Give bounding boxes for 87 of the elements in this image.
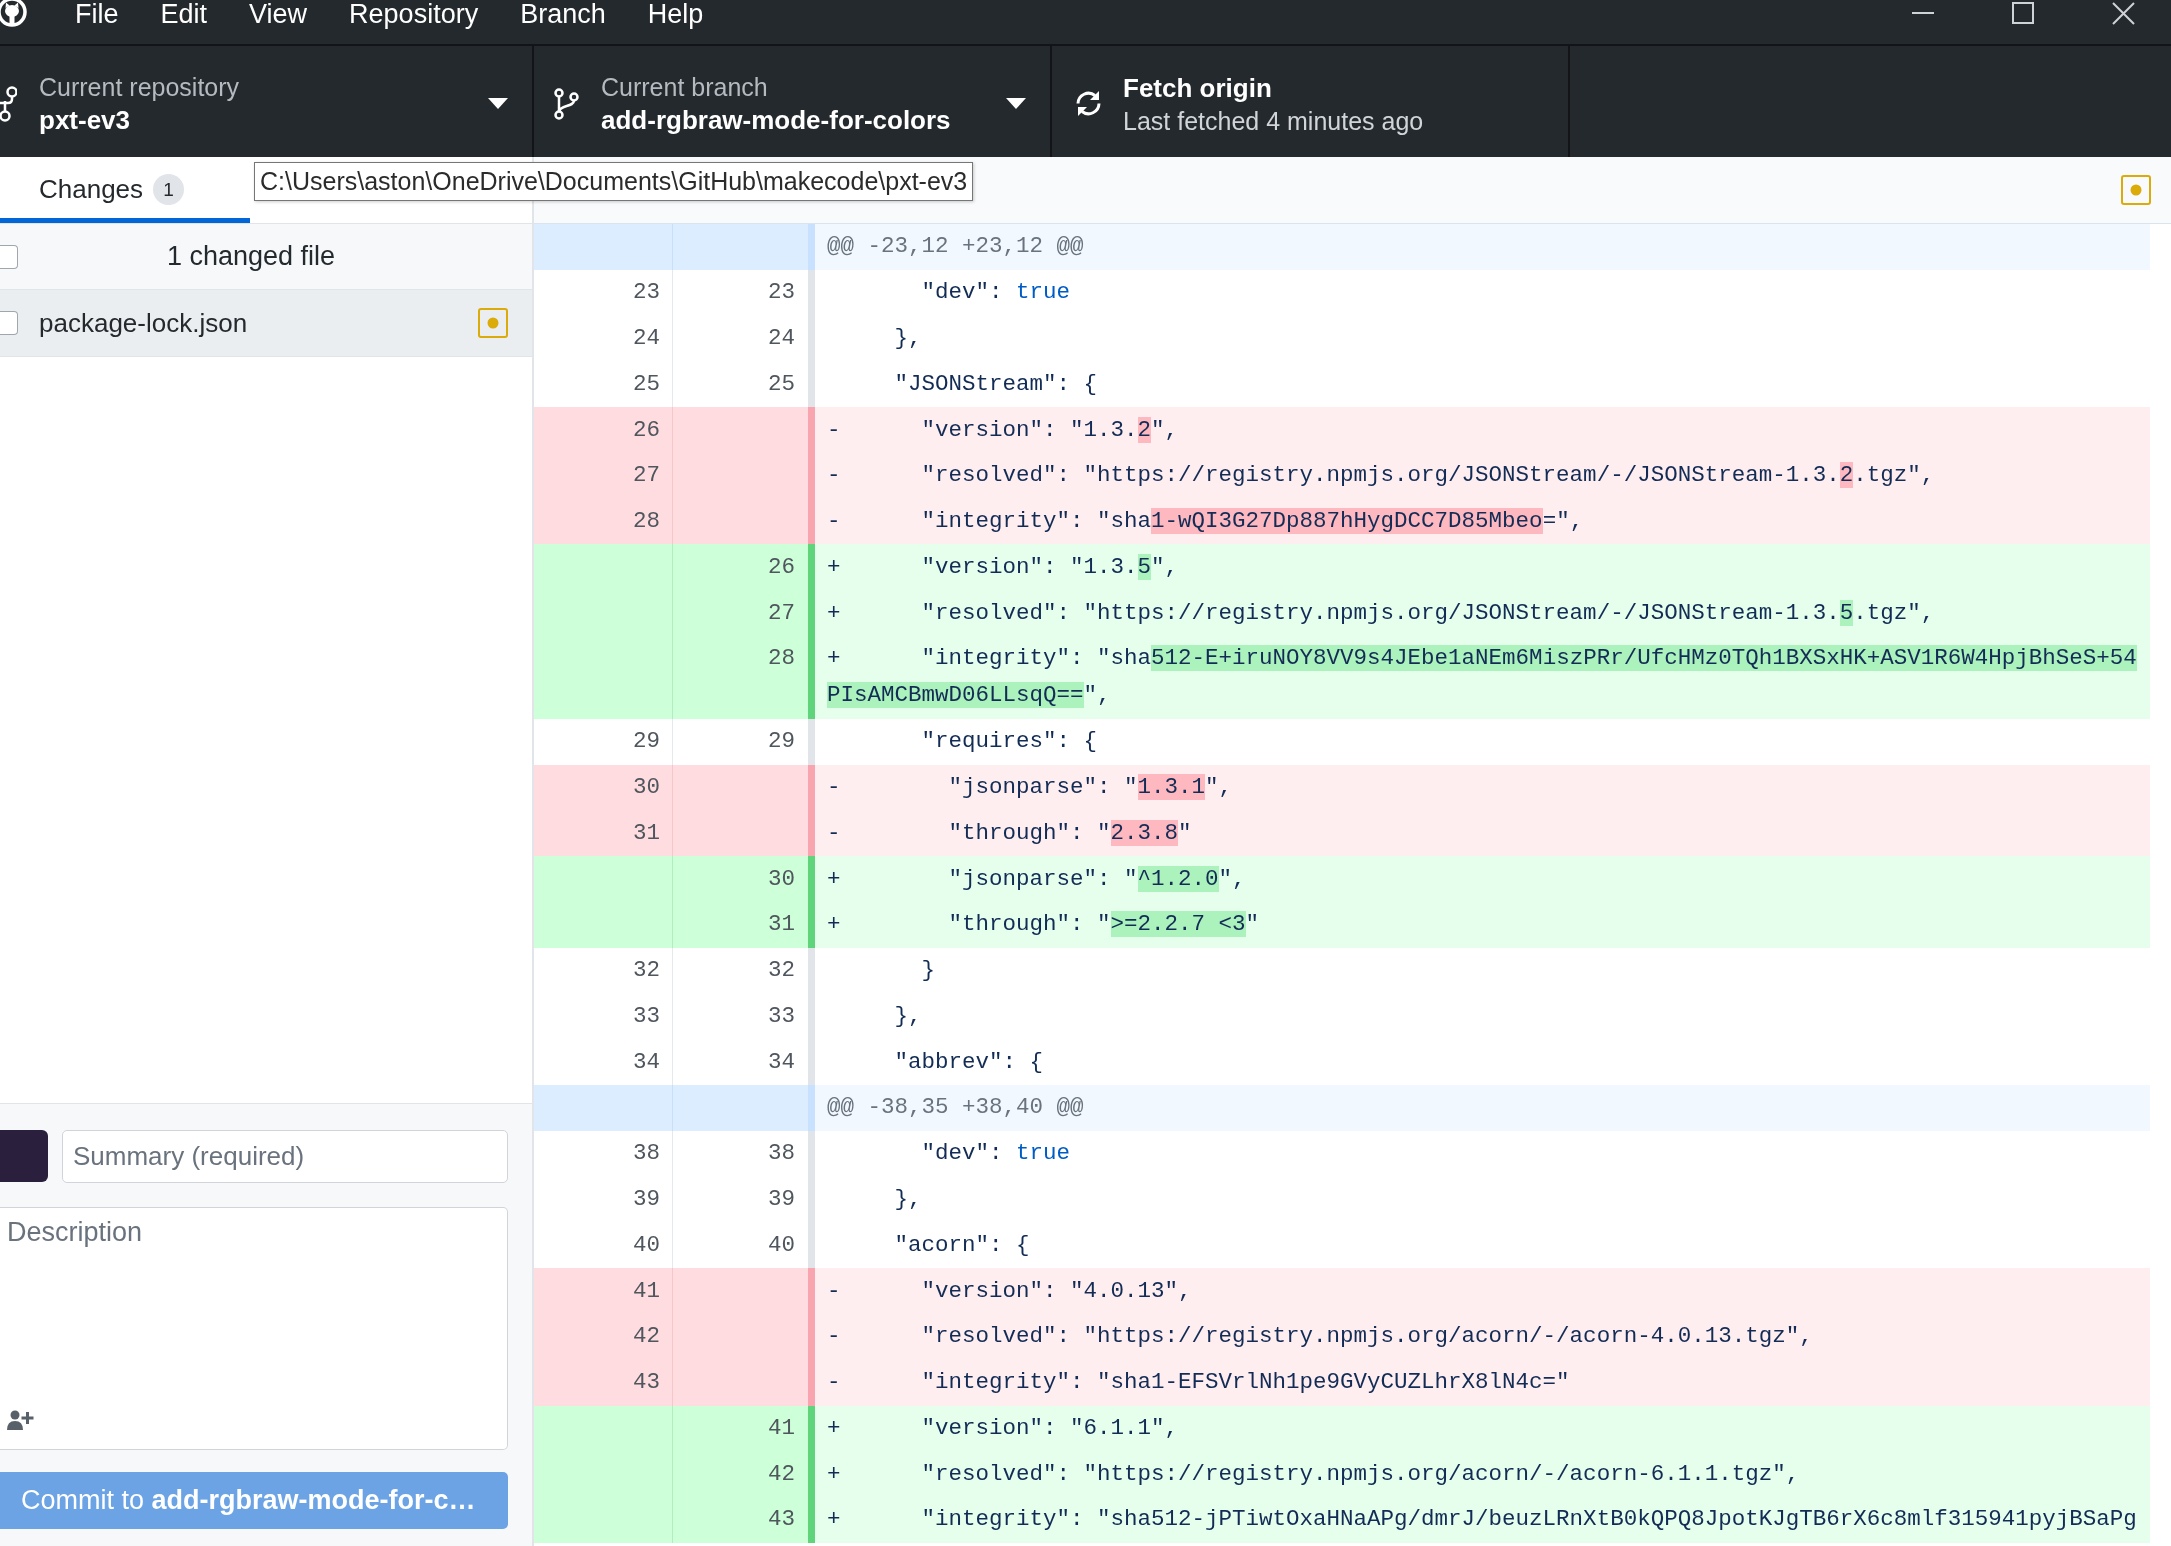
line-number: 27	[768, 599, 795, 626]
line-number: 26	[633, 416, 660, 443]
caret-icon	[1006, 98, 1026, 109]
line-number: 34	[633, 1048, 660, 1075]
code-line: + "version": "6.1.1",	[827, 1413, 1179, 1443]
menu-item[interactable]: View	[228, 0, 329, 28]
code-line: + "resolved": "https://registry.npmjs.org/acorn/-/acorn-6.1.1.tgz",	[827, 1459, 1800, 1489]
checkbox[interactable]	[0, 311, 18, 335]
line-number: 41	[633, 1277, 660, 1304]
line-number: 27	[633, 462, 660, 489]
code-line: "JSONStream": {	[893, 369, 1098, 399]
line-number: 24	[768, 324, 795, 351]
code-line: + "integrity": "sha512-jPTiwtOxaHNaAPg/dmrJ/beuzLRnXtB0kQPQ8JpotKJgTB6rX6c8mlf315941pyjBSaPg	[827, 1505, 2137, 1535]
code-line: "dev": true	[920, 278, 1071, 308]
close-icon[interactable]	[2112, 2, 2135, 25]
line-number: 31	[633, 819, 660, 846]
line-number: 40	[768, 1231, 795, 1258]
code-line: "dev": true	[920, 1139, 1071, 1169]
line-number: 28	[633, 508, 660, 535]
line-number: 29	[633, 728, 660, 755]
count-badge: 1	[153, 174, 185, 205]
line-number: 30	[633, 774, 660, 800]
cat-logo-icon[interactable]	[0, 0, 30, 28]
hunk-header-text: @@ -23,12 +23,12 @@	[827, 232, 1084, 262]
code-line: - "integrity": "sha1-EFSVrlNh1pe9GVyCUZLhrX8lN4c="	[827, 1368, 1570, 1398]
add-person-icon[interactable]	[7, 1410, 35, 1430]
menu-item[interactable]: Edit	[139, 0, 229, 28]
code-line: }	[920, 956, 936, 986]
code-line: },	[893, 1185, 922, 1214]
line-number: 34	[768, 1048, 795, 1075]
code-line: "abbrev": {	[893, 1047, 1044, 1077]
line-number: 30	[768, 865, 795, 892]
sync-icon	[1074, 89, 1103, 118]
line-number: 32	[633, 957, 660, 984]
code-line: "requires": {	[920, 727, 1098, 757]
line-number: 42	[768, 1460, 795, 1487]
line-number: 32	[768, 957, 795, 984]
line-number: 38	[633, 1140, 660, 1167]
menu-item[interactable]: Repository	[328, 0, 500, 28]
code-line: },	[893, 1001, 922, 1031]
line-number: 33	[633, 1002, 660, 1029]
line-number: 40	[633, 1231, 660, 1258]
code-line: },	[893, 323, 922, 353]
line-number: 25	[633, 370, 660, 397]
caret-icon	[488, 98, 508, 109]
code-line: + "through": ">=2.2.7 <3"	[827, 910, 1260, 940]
changed-files-count: 1 changed file	[166, 241, 336, 271]
line-number: 29	[768, 728, 795, 755]
line-number: 43	[633, 1369, 660, 1396]
code-line: - "through": "2.3.8"	[827, 818, 1192, 848]
code-line: - "version": "1.3.2",	[827, 415, 1179, 445]
checkbox[interactable]	[0, 244, 18, 269]
code-line: + "resolved": "https://registry.npmjs.org/JSONStream/-/JSONStream-1.3.5.tgz",	[827, 598, 1935, 628]
avatar-placeholder	[0, 1130, 48, 1182]
summary-field[interactable]: Summary (required)	[62, 1130, 508, 1183]
line-number: 42	[633, 1323, 660, 1350]
code-line: "acorn": {	[893, 1230, 1030, 1260]
line-number: 24	[633, 324, 660, 351]
code-line: - "resolved": "https://registry.npmjs.org/acorn/-/acorn-4.0.13.tgz",	[827, 1322, 1813, 1352]
code-line: - "version": "4.0.13",	[827, 1276, 1192, 1306]
line-number: 23	[768, 279, 795, 306]
line-number: 31	[768, 911, 795, 938]
line-number: 23	[633, 279, 660, 306]
line-number: 38	[768, 1140, 795, 1167]
path-tooltip: C:\Users\aston\OneDrive\Documents\GitHub\makecode\pxt-ev3	[254, 162, 974, 201]
line-number: 43	[768, 1506, 795, 1533]
line-number: 41	[768, 1414, 795, 1441]
line-number: 39	[768, 1186, 795, 1212]
line-number: 26	[768, 553, 795, 580]
maximize-icon[interactable]	[2012, 2, 2034, 24]
code-line: - "jsonparse": "1.3.1",	[827, 772, 1233, 802]
fork-icon	[0, 84, 17, 123]
file-list-item[interactable]: package-lock.json	[0, 290, 532, 357]
description-field[interactable]: Description	[0, 1207, 508, 1450]
menu-item[interactable]: File	[54, 0, 140, 28]
branch-icon	[554, 87, 579, 120]
code-line: + "jsonparse": "^1.2.0",	[827, 864, 1246, 894]
hunk-header-text: @@ -38,35 +38,40 @@	[827, 1093, 1084, 1123]
code-line: - "integrity": "sha1-wQI3G27Dp887hHygDCC7D85Mbeo=",	[827, 507, 1584, 537]
code-line: + "version": "1.3.5",	[827, 552, 1179, 582]
line-number: 28	[768, 645, 795, 672]
menu-item[interactable]: Help	[626, 0, 725, 28]
line-number: 39	[633, 1186, 660, 1212]
menu-item[interactable]: Branch	[499, 0, 627, 28]
line-number: 25	[768, 370, 795, 397]
code-line: - "resolved": "https://registry.npmjs.org/JSONStream/-/JSONStream-1.3.2.tgz",	[827, 461, 1935, 491]
line-number: 33	[768, 1002, 795, 1029]
